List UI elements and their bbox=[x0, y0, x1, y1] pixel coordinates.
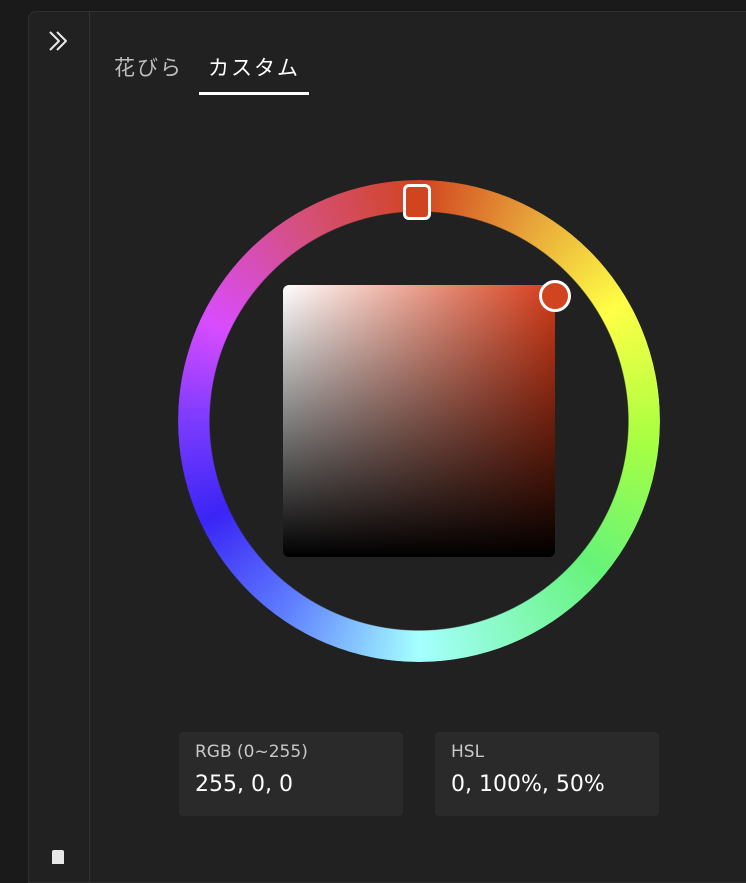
app-window: 花びら カスタム RGB (0~255) 255, 0, 0 HSL 0, 10… bbox=[0, 0, 746, 883]
bookmark-icon[interactable] bbox=[52, 850, 64, 864]
rgb-label: RGB (0~255) bbox=[195, 742, 308, 762]
tab-bar: 花びら カスタム bbox=[114, 52, 333, 95]
sidebar bbox=[29, 12, 90, 882]
saturation-value-square[interactable] bbox=[283, 285, 555, 557]
tab-custom[interactable]: カスタム bbox=[199, 52, 309, 95]
rgb-value[interactable]: 255, 0, 0 bbox=[195, 772, 387, 797]
color-panel: 花びら カスタム RGB (0~255) 255, 0, 0 HSL 0, 10… bbox=[28, 11, 746, 883]
tab-petals[interactable]: 花びら bbox=[114, 52, 183, 95]
hsl-label: HSL bbox=[451, 742, 485, 762]
collapse-sidebar-button[interactable] bbox=[43, 26, 73, 56]
hsl-field[interactable]: HSL 0, 100%, 50% bbox=[435, 732, 659, 816]
hsl-value[interactable]: 0, 100%, 50% bbox=[451, 772, 643, 797]
hue-handle[interactable] bbox=[403, 184, 431, 220]
rgb-field[interactable]: RGB (0~255) 255, 0, 0 bbox=[179, 732, 403, 816]
saturation-value-handle[interactable] bbox=[539, 280, 571, 312]
double-chevron-right-icon bbox=[49, 31, 67, 51]
